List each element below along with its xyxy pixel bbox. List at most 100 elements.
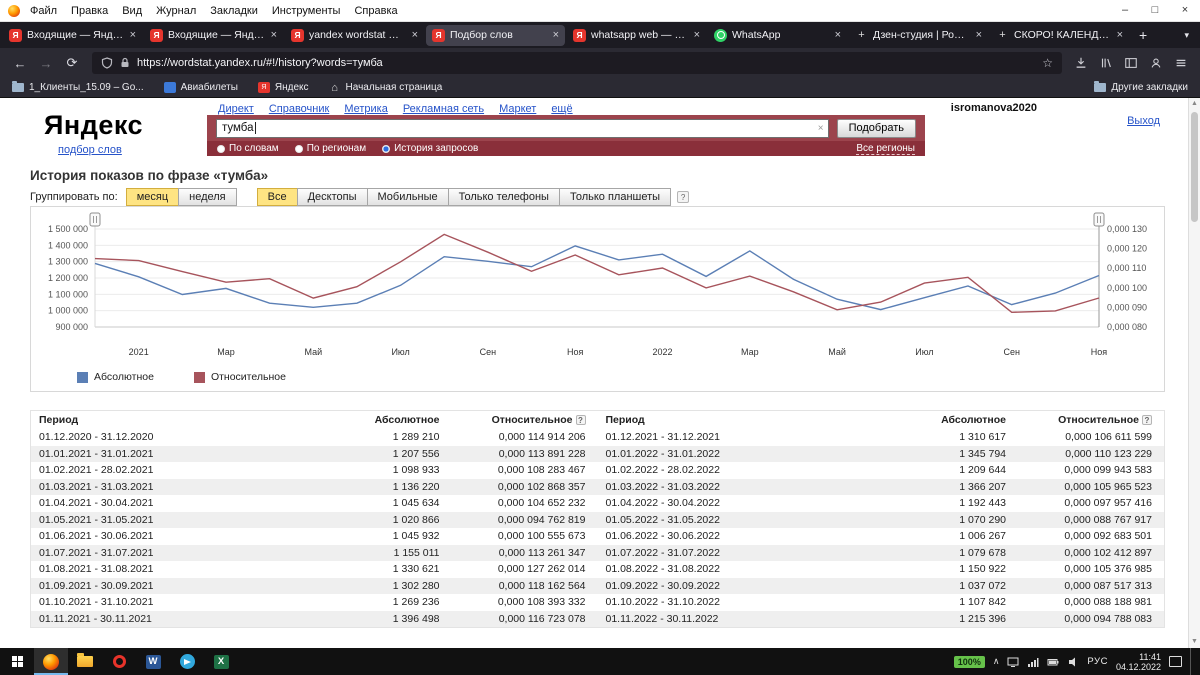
forward-button[interactable]: → xyxy=(34,56,58,71)
menu-item[interactable]: Журнал xyxy=(156,5,196,17)
battery-badge[interactable]: 100% xyxy=(953,655,985,668)
tray-expand-icon[interactable]: ∧ xyxy=(993,656,1000,667)
range-slider-right[interactable] xyxy=(1093,212,1105,227)
page-scrollbar[interactable]: ▲ ▼ xyxy=(1188,98,1200,648)
browser-tab[interactable]: Входящие — Яндекс Почта × xyxy=(144,25,283,46)
browser-tab[interactable]: Дзен-студия | Романова PRO × xyxy=(849,25,988,46)
menu-item[interactable]: Справка xyxy=(354,5,397,17)
table-row: 01.03.2022 - 31.03.2022 1 366 207 0,000 … xyxy=(597,478,1164,495)
other-bookmarks-button[interactable]: Другие закладки xyxy=(1094,81,1188,93)
back-button[interactable]: ← xyxy=(8,56,32,71)
bookmark-item[interactable]: Авиабилеты xyxy=(163,82,238,93)
help-icon[interactable]: ? xyxy=(677,191,690,203)
taskbar-app-button[interactable] xyxy=(170,648,204,675)
shield-icon[interactable] xyxy=(101,57,113,69)
sidebar-icon[interactable] xyxy=(1124,56,1138,70)
minimize-button[interactable]: – xyxy=(1110,0,1140,21)
taskbar-app-button[interactable] xyxy=(136,648,170,675)
language-indicator[interactable]: РУС xyxy=(1087,656,1108,667)
device-tab[interactable]: Десктопы xyxy=(296,188,368,206)
device-tab[interactable]: Только телефоны xyxy=(447,188,560,206)
taskbar-app-button[interactable] xyxy=(102,648,136,675)
tab-close-icon[interactable]: × xyxy=(976,29,982,41)
legend-item: Абсолютное xyxy=(77,371,154,383)
url-bar[interactable]: https://wordstat.yandex.ru/#!/history?wo… xyxy=(92,52,1062,74)
action-center-icon[interactable] xyxy=(1169,656,1182,667)
library-icon[interactable] xyxy=(1099,56,1113,70)
bookmark-item[interactable]: Яндекс xyxy=(257,82,309,93)
all-regions-link[interactable]: Все регионы xyxy=(856,143,915,155)
cell-absolute: 1 079 678 xyxy=(959,546,1006,559)
browser-tab[interactable]: WhatsApp × xyxy=(708,25,847,46)
tab-close-icon[interactable]: × xyxy=(694,29,700,41)
bookmark-item[interactable]: Начальная страница xyxy=(329,82,443,93)
help-icon[interactable]: ? xyxy=(575,415,586,425)
maximize-button[interactable]: □ xyxy=(1140,0,1170,21)
tray-network-icon[interactable] xyxy=(1027,656,1039,668)
device-tab[interactable]: Только планшеты xyxy=(558,188,672,206)
menu-icon[interactable] xyxy=(1174,56,1188,70)
device-tab[interactable]: Мобильные xyxy=(366,188,449,206)
mode-radio[interactable]: По словам xyxy=(217,143,279,154)
tab-close-icon[interactable]: × xyxy=(835,29,841,41)
browser-tab[interactable]: Входящие — Яндекс Почта × xyxy=(3,25,142,46)
cell-period: 01.06.2021 - 30.06.2021 xyxy=(39,530,154,543)
history-chart[interactable]: 1 500 000 1 400 000 1 300 000 1 200 000 1 10… xyxy=(31,211,1161,361)
tray-display-icon[interactable] xyxy=(1007,656,1019,668)
list-tabs-button[interactable]: ▾ xyxy=(1175,30,1198,41)
wordstat-home-link[interactable]: подбор слов xyxy=(58,144,122,156)
app-icon xyxy=(11,656,23,667)
service-nav-link[interactable]: Рекламная сеть xyxy=(403,103,484,115)
service-nav-link[interactable]: Маркет xyxy=(499,103,536,115)
taskbar-app-button[interactable] xyxy=(34,648,68,675)
browser-tab[interactable]: whatsapp web — Яндекс: наш... × xyxy=(567,25,706,46)
service-nav-link[interactable]: Директ xyxy=(218,103,254,115)
taskbar-app-button[interactable] xyxy=(68,648,102,675)
bookmark-star-icon[interactable]: ☆ xyxy=(1042,56,1053,70)
logout-link[interactable]: Выход xyxy=(1127,115,1160,127)
submit-button[interactable]: Подобрать xyxy=(836,118,916,138)
tab-close-icon[interactable]: × xyxy=(412,29,418,41)
taskbar-app-button[interactable] xyxy=(204,648,238,675)
browser-tab[interactable]: Подбор слов × xyxy=(426,24,565,46)
menu-item[interactable]: Правка xyxy=(71,5,108,17)
tab-close-icon[interactable]: × xyxy=(1117,29,1123,41)
service-nav-link[interactable]: Метрика xyxy=(344,103,388,115)
menu-item[interactable]: Закладки xyxy=(210,5,258,17)
menu-item[interactable]: Вид xyxy=(122,5,142,17)
tab-close-icon[interactable]: × xyxy=(553,29,559,41)
menu-item[interactable]: Инструменты xyxy=(272,5,341,17)
help-icon[interactable]: ? xyxy=(1142,415,1152,425)
yandex-logo[interactable]: Яндекс xyxy=(44,110,143,141)
range-slider-left[interactable] xyxy=(89,212,101,227)
tab-close-icon[interactable]: × xyxy=(130,29,136,41)
mode-radio[interactable]: По регионам xyxy=(294,143,366,154)
browser-tab[interactable]: СКОРО! КАЛЕНДАРЬ КАТЕГО... × xyxy=(990,25,1129,46)
group-button[interactable]: месяц xyxy=(125,188,180,206)
account-icon[interactable] xyxy=(1149,56,1163,70)
group-button[interactable]: неделя xyxy=(178,188,237,206)
close-button[interactable]: × xyxy=(1170,0,1200,21)
menu-item[interactable]: Файл xyxy=(30,5,57,17)
downloads-icon[interactable] xyxy=(1074,56,1088,70)
cell-relative: 0,000 108 393 332 xyxy=(497,596,586,609)
tray-volume-icon[interactable] xyxy=(1067,656,1079,668)
taskbar-clock[interactable]: 11:41 04.12.2022 xyxy=(1116,652,1161,672)
scroll-up-icon[interactable]: ▲ xyxy=(1189,98,1200,110)
clear-search-icon[interactable]: × xyxy=(818,123,824,134)
mode-radio[interactable]: История запросов xyxy=(382,143,478,154)
scrollbar-thumb[interactable] xyxy=(1191,112,1198,222)
service-nav-link[interactable]: Справочник xyxy=(269,103,330,115)
search-input[interactable]: тумба × xyxy=(216,118,829,138)
tab-close-icon[interactable]: × xyxy=(271,29,277,41)
service-nav-link[interactable]: ещё xyxy=(551,103,572,115)
scroll-down-icon[interactable]: ▼ xyxy=(1189,636,1200,648)
new-tab-button[interactable]: + xyxy=(1130,27,1156,43)
show-desktop-button[interactable] xyxy=(1190,648,1195,675)
bookmark-item[interactable]: 1_Клиенты_15.09 – Go... xyxy=(12,81,144,93)
taskbar-app-button[interactable] xyxy=(0,648,34,675)
tray-battery-icon[interactable] xyxy=(1047,656,1059,668)
browser-tab[interactable]: yandex wordstat — Яндекс: на... × xyxy=(285,25,424,46)
refresh-button[interactable]: ⟳ xyxy=(60,55,84,71)
device-tab[interactable]: Все xyxy=(256,188,298,206)
